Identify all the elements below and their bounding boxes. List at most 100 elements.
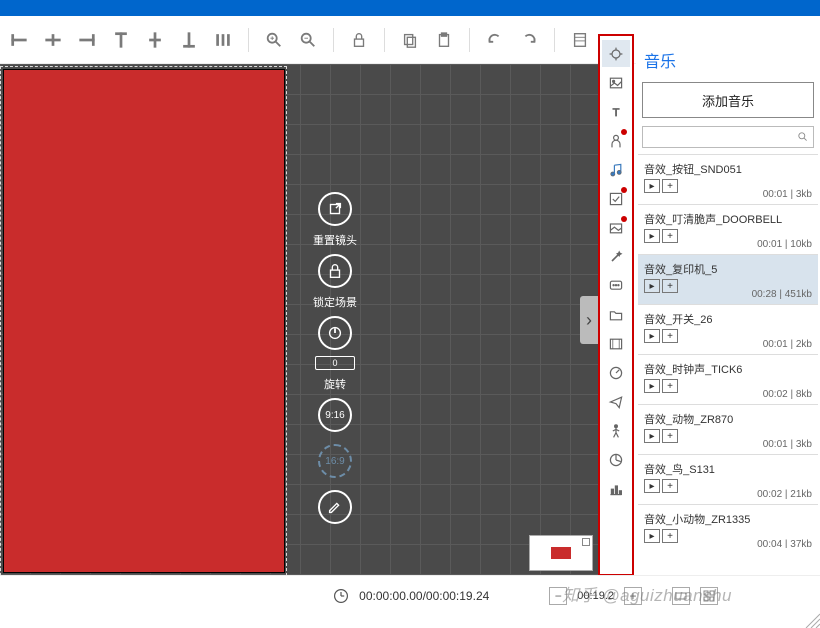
title-bar	[0, 0, 820, 16]
artboard[interactable]	[3, 69, 285, 573]
add-btn[interactable]: +	[662, 229, 678, 243]
music-meta: 00:02 | 21kb	[757, 489, 812, 500]
play-btn[interactable]: ▸	[644, 279, 660, 293]
pointer-icon[interactable]	[602, 40, 630, 67]
play-btn[interactable]: ▸	[644, 479, 660, 493]
add-btn[interactable]: +	[662, 529, 678, 543]
minimap[interactable]	[529, 535, 593, 571]
play-btn[interactable]: ▸	[644, 229, 660, 243]
folder-icon[interactable]	[602, 301, 630, 328]
add-btn[interactable]: +	[662, 479, 678, 493]
chart-icon[interactable]	[602, 475, 630, 502]
music-name: 音效_动物_ZR870	[644, 411, 812, 427]
add-btn[interactable]: +	[662, 179, 678, 193]
music-item[interactable]: 音效_时钟声_TICK6▸+00:02 | 8kb	[638, 355, 818, 405]
music-item[interactable]: 音效_复印机_5 ▸+00:28 | 451kb	[638, 255, 818, 305]
align-bottom-btn[interactable]	[176, 25, 202, 55]
music-name: 音效_鸟_S131	[644, 461, 812, 477]
watermark: 知乎 @aguizhuanshu	[562, 581, 732, 606]
reset-camera-label: 重置镜头	[313, 232, 357, 248]
layers-btn[interactable]	[567, 25, 593, 55]
undo-btn[interactable]	[482, 25, 508, 55]
music-name: 音效_时钟声_TICK6	[644, 361, 812, 377]
music-name: 音效_小动物_ZR1335	[644, 511, 812, 527]
music-meta: 00:01 | 3kb	[763, 189, 812, 200]
separator	[384, 28, 385, 52]
align-top-btn[interactable]	[108, 25, 134, 55]
chat-icon[interactable]	[602, 272, 630, 299]
music-item[interactable]: 音效_按钮_SND051 ▸+00:01 | 3kb	[638, 155, 818, 205]
canvas-workspace[interactable]: 重置镜头 锁定场景 0 旋转 9:16 16:9 ›	[0, 64, 598, 576]
add-btn[interactable]: +	[662, 379, 678, 393]
add-btn[interactable]: +	[662, 429, 678, 443]
paste-btn[interactable]	[431, 25, 457, 55]
lock-btn[interactable]	[346, 25, 372, 55]
magic-icon[interactable]	[602, 243, 630, 270]
zoom-in-btn[interactable]	[261, 25, 287, 55]
image-icon[interactable]	[602, 69, 630, 96]
panel-title: 音乐	[636, 42, 820, 78]
music-meta: 00:28 | 451kb	[752, 289, 812, 300]
align-left-btn[interactable]	[6, 25, 32, 55]
music-icon[interactable]	[602, 156, 630, 183]
canvas-controls: 重置镜头 锁定场景 0 旋转 9:16 16:9	[305, 192, 365, 524]
resize-handle[interactable]	[798, 606, 820, 628]
music-item[interactable]: 音效_小动物_ZR1335 ▸+00:04 | 37kb	[638, 505, 818, 548]
add-music-button[interactable]: 添加音乐	[642, 82, 814, 118]
music-name: 音效_开关_26	[644, 311, 812, 327]
music-name: 音效_按钮_SND051	[644, 161, 812, 177]
align-middle-btn[interactable]	[142, 25, 168, 55]
effects-icon[interactable]	[602, 185, 630, 212]
music-meta: 00:01 | 2kb	[763, 339, 812, 350]
plane-icon[interactable]	[602, 388, 630, 415]
add-btn[interactable]: +	[662, 329, 678, 343]
person-icon[interactable]	[602, 127, 630, 154]
side-toolbar: T	[598, 34, 634, 576]
copy-btn[interactable]	[397, 25, 423, 55]
music-meta: 00:01 | 10kb	[757, 239, 812, 250]
zoom-out-btn[interactable]	[295, 25, 321, 55]
music-item[interactable]: 音效_动物_ZR870 ▸+00:01 | 3kb	[638, 405, 818, 455]
music-item[interactable]: 音效_叮清脆声_DOORBELL ▸+00:01 | 10kb	[638, 205, 818, 255]
film-icon[interactable]	[602, 330, 630, 357]
ratio-169-btn[interactable]: 16:9	[318, 444, 352, 478]
text-icon[interactable]: T	[602, 98, 630, 125]
timecode: 00:00:00.00/00:00:19.24	[359, 589, 489, 603]
distribute-btn[interactable]	[210, 25, 236, 55]
photo-icon[interactable]	[602, 214, 630, 241]
add-btn[interactable]: +	[662, 279, 678, 293]
play-btn[interactable]: ▸	[644, 179, 660, 193]
walk-icon[interactable]	[602, 417, 630, 444]
svg-text:T: T	[613, 107, 620, 119]
clock-icon	[333, 588, 349, 604]
separator	[554, 28, 555, 52]
play-btn[interactable]: ▸	[644, 529, 660, 543]
ratio-916-btn[interactable]: 9:16	[318, 398, 352, 432]
music-list[interactable]: 音效_按钮_SND051▸+00:01 | 3kb音效_叮清脆声_DOORBEL…	[638, 154, 818, 548]
separator	[248, 28, 249, 52]
music-name: 音效_复印机_5	[644, 261, 812, 277]
music-name: 音效_叮清脆声_DOORBELL	[644, 211, 812, 227]
reset-camera-btn[interactable]	[318, 192, 352, 226]
expand-panel-btn[interactable]: ›	[580, 296, 598, 344]
music-item[interactable]: 音效_鸟_S131 ▸+00:02 | 21kb	[638, 455, 818, 505]
rotate-btn[interactable]	[318, 316, 352, 350]
align-center-h-btn[interactable]	[40, 25, 66, 55]
play-btn[interactable]: ▸	[644, 329, 660, 343]
pie-icon[interactable]	[602, 446, 630, 473]
align-right-btn[interactable]	[74, 25, 100, 55]
redo-btn[interactable]	[516, 25, 542, 55]
rotate-label: 旋转	[324, 376, 346, 392]
expand-icon[interactable]	[582, 538, 590, 546]
music-panel: 音乐 添加音乐 音效_按钮_SND051▸+00:01 | 3kb音效_叮清脆声…	[636, 42, 820, 576]
play-btn[interactable]: ▸	[644, 379, 660, 393]
edit-btn[interactable]	[318, 490, 352, 524]
gauge-icon[interactable]	[602, 359, 630, 386]
rotate-value[interactable]: 0	[315, 356, 355, 370]
play-btn[interactable]: ▸	[644, 429, 660, 443]
music-meta: 00:04 | 37kb	[757, 539, 812, 548]
music-item[interactable]: 音效_开关_26 ▸+00:01 | 2kb	[638, 305, 818, 355]
lock-scene-btn[interactable]	[318, 254, 352, 288]
music-meta: 00:01 | 3kb	[763, 439, 812, 450]
search-input[interactable]	[642, 126, 814, 148]
